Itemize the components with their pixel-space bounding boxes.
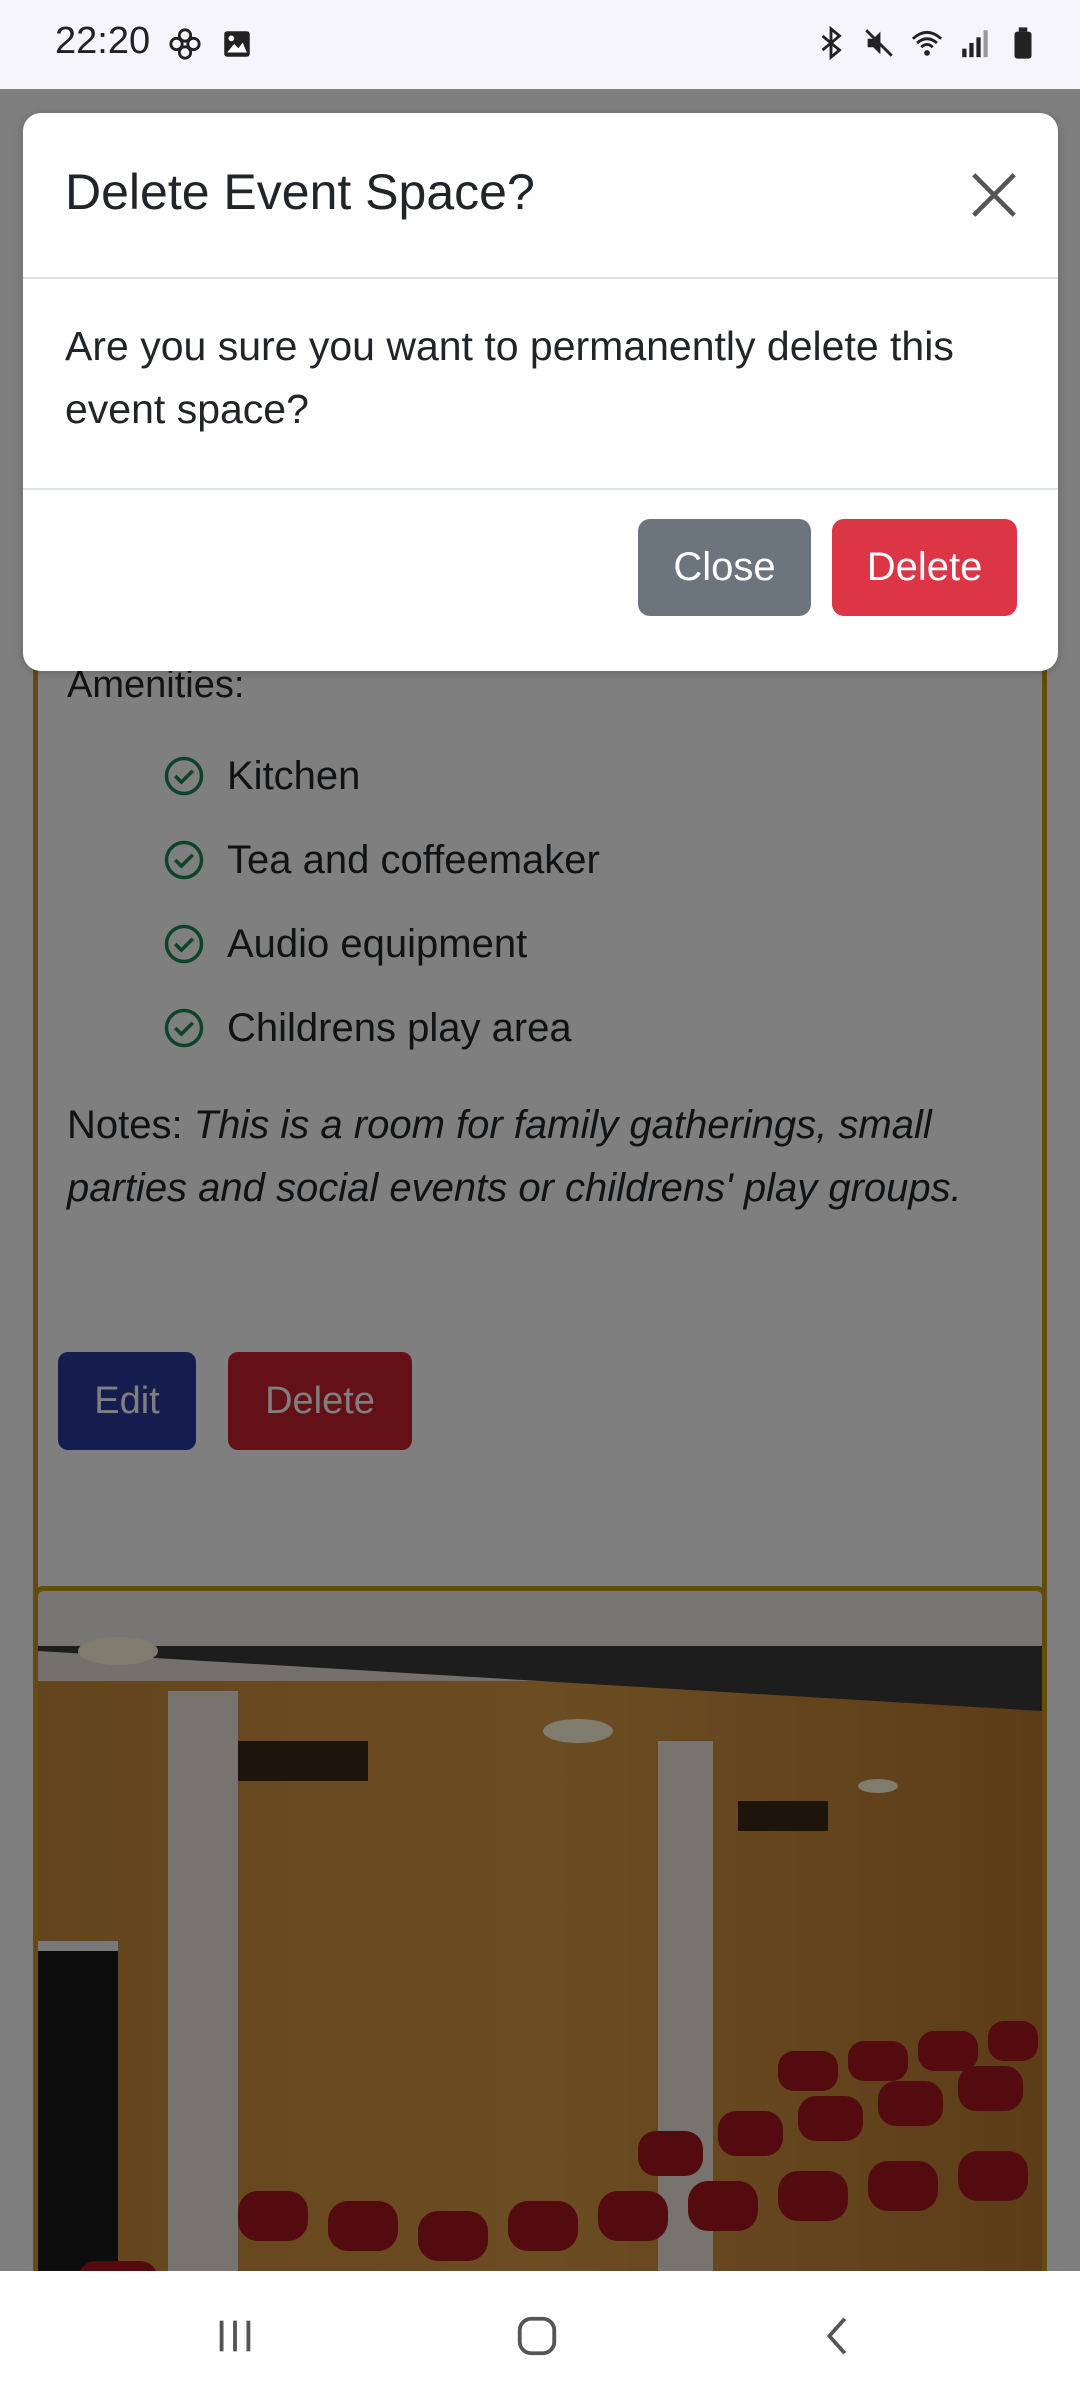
dialog-title: Delete Event Space? bbox=[65, 164, 535, 220]
close-button[interactable]: Close bbox=[638, 519, 811, 616]
delete-button[interactable]: Delete bbox=[832, 519, 1017, 616]
signal-icon bbox=[962, 30, 988, 58]
close-icon[interactable] bbox=[967, 168, 1021, 222]
home-icon[interactable] bbox=[514, 2313, 560, 2359]
dialog-message: Are you sure you want to permanently del… bbox=[65, 323, 954, 432]
status-bar: 22:20 bbox=[0, 0, 1080, 89]
dialog-header: Delete Event Space? bbox=[23, 113, 1058, 279]
navigation-bar bbox=[0, 2271, 1080, 2400]
back-icon[interactable] bbox=[816, 2313, 862, 2359]
flower-icon bbox=[169, 28, 201, 60]
dialog-footer: Close Delete bbox=[23, 488, 1058, 671]
image-icon bbox=[224, 31, 250, 57]
status-time: 22:20 bbox=[55, 20, 151, 62]
wifi-icon bbox=[911, 30, 943, 56]
mute-icon bbox=[865, 29, 893, 57]
battery-icon bbox=[1014, 27, 1032, 59]
bluetooth-icon bbox=[821, 26, 842, 60]
delete-dialog: Delete Event Space? Are you sure you wan… bbox=[23, 113, 1058, 671]
recent-apps-icon[interactable] bbox=[212, 2313, 258, 2359]
